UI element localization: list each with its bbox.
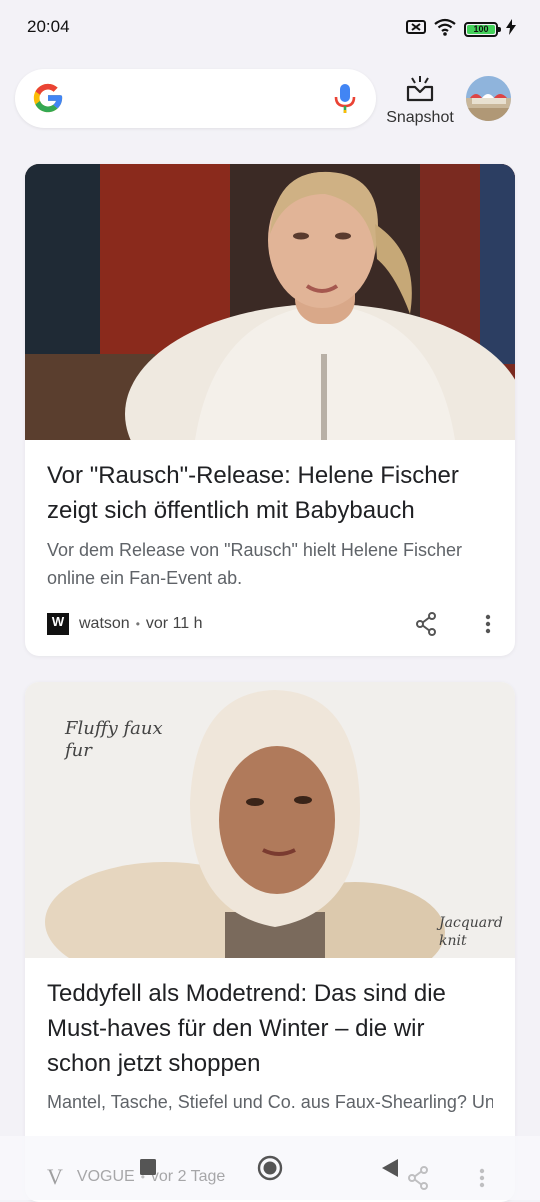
share-icon[interactable] bbox=[407, 1166, 429, 1195]
source-logo-icon: V bbox=[47, 1164, 63, 1189]
article-age: vor 2 Tage bbox=[150, 1168, 226, 1185]
news-card[interactable]: Vor "Rausch"-Release: Helene Fischer zei… bbox=[25, 164, 515, 656]
article-meta: V VOGUE • vor 2 Tage bbox=[47, 1164, 225, 1190]
avatar[interactable] bbox=[466, 76, 511, 121]
search-bar[interactable] bbox=[15, 69, 376, 128]
home-icon[interactable] bbox=[257, 1155, 283, 1186]
search-input[interactable] bbox=[77, 83, 321, 115]
snapshot-label: Snapshot bbox=[386, 109, 454, 126]
article-image[interactable]: Fluffy faux fur Jacquard knit bbox=[25, 682, 515, 958]
news-card[interactable]: Fluffy faux fur Jacquard knit Teddyfell … bbox=[25, 682, 515, 1202]
separator-dot: • bbox=[135, 617, 140, 631]
image-handwriting: Fluffy faux fur bbox=[65, 718, 163, 761]
snapshot-icon bbox=[404, 76, 436, 106]
status-bar: 20:04 100 bbox=[0, 0, 540, 56]
recents-icon[interactable] bbox=[139, 1158, 157, 1181]
google-logo-icon bbox=[31, 81, 65, 120]
nav-bar: V VOGUE • vor 2 Tage bbox=[0, 1136, 540, 1200]
source-logo-icon: W bbox=[47, 613, 69, 635]
source-logo-letter: W bbox=[51, 614, 65, 629]
image-handwriting: Jacquard knit bbox=[439, 915, 503, 949]
source-name[interactable]: watson bbox=[79, 615, 130, 633]
sim-off-icon bbox=[406, 19, 426, 40]
source-name[interactable]: VOGUE bbox=[77, 1168, 135, 1186]
share-icon[interactable] bbox=[415, 612, 437, 641]
status-icons: 100 bbox=[406, 18, 516, 41]
wifi-icon bbox=[434, 18, 456, 41]
more-vert-icon[interactable] bbox=[483, 612, 493, 641]
more-vert-icon[interactable] bbox=[477, 1166, 487, 1195]
battery-level: 100 bbox=[467, 25, 495, 34]
article-title[interactable]: Vor "Rausch"-Release: Helene Fischer zei… bbox=[47, 458, 493, 528]
article-meta: W watson • vor 11 h bbox=[47, 610, 493, 638]
snapshot-button[interactable]: Snapshot bbox=[382, 74, 458, 127]
back-icon[interactable] bbox=[381, 1158, 399, 1183]
charging-icon bbox=[506, 19, 516, 40]
article-age: vor 11 h bbox=[145, 615, 203, 632]
battery-icon: 100 bbox=[464, 22, 501, 37]
mic-icon[interactable] bbox=[334, 83, 356, 120]
article-image[interactable] bbox=[25, 164, 515, 440]
article-snippet: Vor dem Release von "Rausch" hielt Helen… bbox=[47, 540, 462, 588]
status-time: 20:04 bbox=[27, 17, 70, 36]
article-title[interactable]: Teddyfell als Modetrend: Das sind die Mu… bbox=[47, 976, 493, 1081]
